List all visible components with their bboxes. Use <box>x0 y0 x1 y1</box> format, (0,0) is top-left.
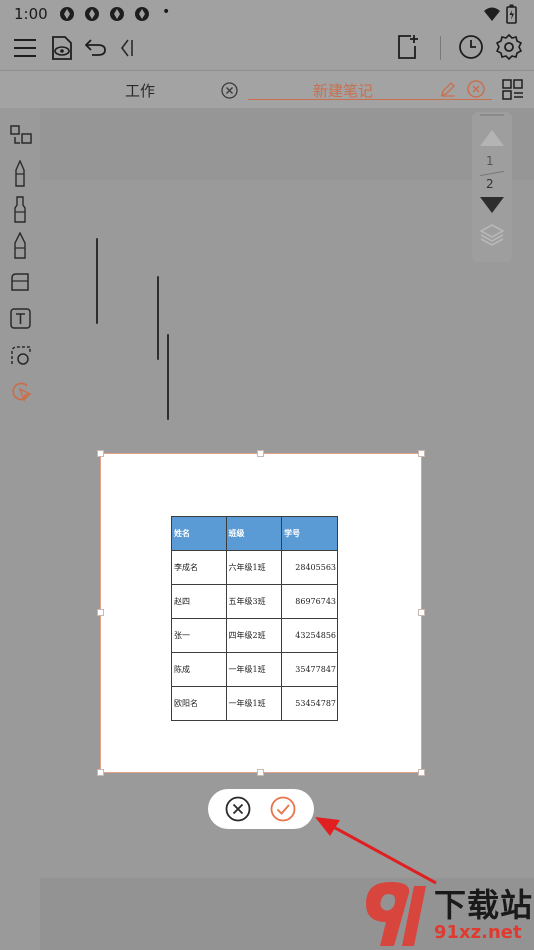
pencil-icon[interactable] <box>11 232 29 260</box>
ink-stroke <box>96 238 98 324</box>
close-circle-icon[interactable] <box>221 82 238 99</box>
wifi-icon <box>484 7 500 21</box>
text-icon[interactable] <box>10 308 31 329</box>
ink-stroke <box>157 276 159 360</box>
tool-sidebar <box>0 108 40 950</box>
table-cell: 五年级3班 <box>225 584 283 619</box>
layers-icon[interactable] <box>479 222 505 248</box>
column-header: 姓名 <box>171 516 227 551</box>
add-page-icon[interactable] <box>396 34 418 60</box>
toolbar-divider <box>440 36 441 60</box>
resize-handle-bottom[interactable] <box>257 769 264 776</box>
table-cell: 28405563 <box>281 550 338 585</box>
tab-work-label: 工作 <box>124 81 155 100</box>
pen-icon[interactable] <box>11 160 29 188</box>
status-time: 1:00 <box>14 5 48 23</box>
tab-new-note-label: 新建笔记 <box>312 81 373 100</box>
inserted-table: 姓名 班级 学号 李成名 六年级1班 28405563 赵四 五年级3班 869… <box>171 516 338 721</box>
table-cell: 一年级1班 <box>225 652 283 687</box>
eraser-icon[interactable] <box>10 272 30 292</box>
watermark-brand: 下载站 <box>434 886 534 924</box>
ink-stroke <box>167 334 169 420</box>
undo-icon[interactable] <box>85 37 107 57</box>
watermark-logo <box>366 882 426 946</box>
table-cell: 陈成 <box>171 652 227 687</box>
column-header: 学号 <box>281 516 338 551</box>
page-down-icon[interactable] <box>479 196 505 214</box>
resize-handle-right[interactable] <box>418 609 425 616</box>
table-cell: 赵四 <box>171 584 227 619</box>
confirm-icon[interactable] <box>270 796 296 822</box>
page-up-icon[interactable] <box>479 129 505 147</box>
table-cell: 86976743 <box>281 584 338 619</box>
table-cell: 四年级2班 <box>225 618 283 653</box>
table-cell: 张一 <box>171 618 227 653</box>
table-row: 赵四 五年级3班 86976743 <box>171 584 338 619</box>
settings-icon[interactable] <box>496 34 522 60</box>
page-current: 1 <box>486 154 494 168</box>
table-row: 张一 四年级2班 43254856 <box>171 618 338 653</box>
watermark: 下载站 91xz.net <box>352 872 534 950</box>
menu-icon[interactable] <box>13 37 37 59</box>
battery-icon <box>506 4 517 24</box>
tab-bar: 工作 新建笔记 <box>0 70 534 108</box>
status-bar: 1:00 • <box>0 0 534 28</box>
column-header: 班级 <box>225 516 283 551</box>
canvas-top-band <box>40 108 534 180</box>
tab-new-note[interactable]: 新建笔记 <box>248 71 438 109</box>
table-cell: 六年级1班 <box>225 550 283 585</box>
table-cell: 43254856 <box>281 618 338 653</box>
marker-icon[interactable] <box>11 196 29 224</box>
top-toolbar <box>0 28 534 70</box>
table-cell: 一年级1班 <box>225 686 283 721</box>
page-navigator: 1 2 <box>472 112 512 262</box>
cancel-icon[interactable] <box>225 796 251 822</box>
notification-icons <box>60 7 149 21</box>
select-icon[interactable] <box>10 125 32 147</box>
resize-handle-top[interactable] <box>257 450 264 457</box>
table-cell: 35477847 <box>281 652 338 687</box>
resize-handle-bottom-right[interactable] <box>418 769 425 776</box>
table-cell: 欧阳名 <box>171 686 227 721</box>
table-row: 陈成 一年级1班 35477847 <box>171 652 338 687</box>
history-icon[interactable] <box>458 34 484 60</box>
tab-work[interactable]: 工作 <box>60 71 220 109</box>
preview-icon[interactable] <box>50 35 74 61</box>
pager-top-bar <box>480 114 504 116</box>
table-row: 欧阳名 一年级1班 53454787 <box>171 686 338 721</box>
page-divider <box>480 170 504 177</box>
active-tab-underline <box>248 99 492 100</box>
resize-handle-bottom-left[interactable] <box>97 769 104 776</box>
collapse-icon[interactable] <box>120 38 134 58</box>
confirm-action-bar <box>208 789 314 829</box>
table-row: 李成名 六年级1班 28405563 <box>171 550 338 585</box>
shape-icon[interactable] <box>10 380 32 402</box>
grid-view-icon[interactable] <box>502 79 524 101</box>
resize-handle-top-left[interactable] <box>97 450 104 457</box>
page-total: 2 <box>486 177 494 191</box>
close-circle-icon[interactable] <box>467 80 485 98</box>
resize-handle-left[interactable] <box>97 609 104 616</box>
status-dot: • <box>162 4 171 20</box>
watermark-domain: 91xz.net <box>434 922 522 943</box>
edit-icon[interactable] <box>440 81 456 97</box>
resize-handle-top-right[interactable] <box>418 450 425 457</box>
table-cell: 53454787 <box>281 686 338 721</box>
table-cell: 李成名 <box>171 550 227 585</box>
table-header-row: 姓名 班级 学号 <box>171 516 338 551</box>
lasso-icon[interactable] <box>10 344 32 366</box>
